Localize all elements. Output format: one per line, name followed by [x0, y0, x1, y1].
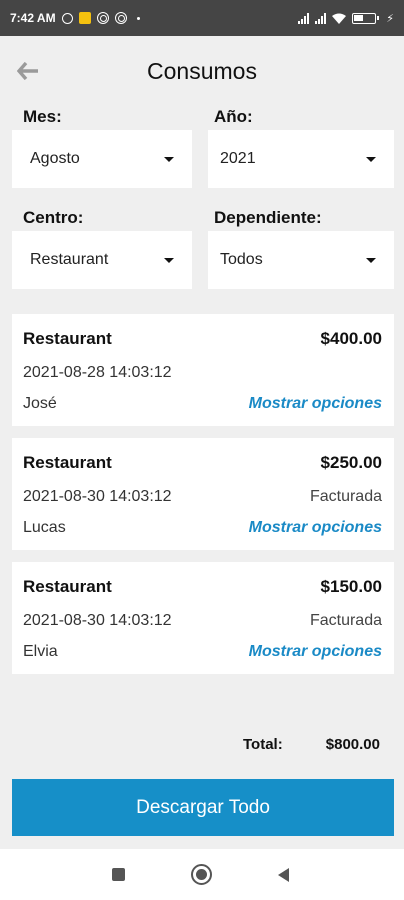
mes-value: Agosto: [30, 150, 80, 167]
mostrar-opciones-link[interactable]: Mostrar opciones: [249, 519, 382, 537]
dropdown-caret-icon: [366, 156, 376, 162]
consumos-screen: Consumos Mes: Agosto Año: 2021 Centro: R…: [0, 36, 404, 849]
app-header: Consumos: [0, 36, 404, 106]
card-amount: $250.00: [320, 453, 382, 472]
sync-icon: [96, 12, 109, 24]
dependiente-label: Dependiente:: [214, 208, 322, 227]
dependiente-dropdown[interactable]: Todos: [208, 231, 394, 289]
total-value: $800.00: [325, 736, 380, 753]
status-right: ⚡: [298, 12, 394, 25]
centro-dropdown[interactable]: Restaurant: [12, 231, 192, 289]
dropdown-caret-icon: [164, 156, 174, 162]
battery-icon: [352, 12, 380, 24]
sync-icon: [114, 12, 127, 24]
centro-label: Centro:: [23, 208, 84, 227]
recents-icon[interactable]: [112, 868, 125, 881]
descargar-todo-button[interactable]: Descargar Todo: [12, 779, 394, 836]
dot-icon: [136, 16, 140, 20]
card-person: José: [23, 395, 57, 412]
page-title: Consumos: [147, 58, 257, 84]
centro-value: Restaurant: [30, 251, 109, 268]
wifi-icon: [332, 13, 347, 24]
dependiente-value: Todos: [220, 251, 263, 268]
consumo-card: Restaurant $150.00 2021-08-30 14:03:12 F…: [12, 562, 394, 674]
alarm-icon: [61, 12, 73, 24]
card-datetime: 2021-08-30 14:03:12: [23, 612, 172, 629]
card-center: Restaurant: [23, 453, 112, 472]
status-bar: 7:42 AM ⚡: [0, 0, 404, 36]
signal-icon: [298, 12, 310, 24]
notification-icon: [78, 12, 91, 24]
mes-label: Mes:: [23, 107, 62, 126]
total-label: Total:: [243, 736, 283, 753]
consumo-card: Restaurant $250.00 2021-08-30 14:03:12 F…: [12, 438, 394, 550]
card-amount: $150.00: [320, 577, 382, 596]
home-icon[interactable]: [191, 864, 212, 885]
card-status: Facturada: [309, 488, 382, 505]
mes-dropdown[interactable]: Agosto: [12, 130, 192, 188]
card-amount: $400.00: [320, 329, 382, 348]
charging-icon: ⚡: [386, 12, 394, 25]
card-center: Restaurant: [23, 577, 112, 596]
anio-label: Año:: [214, 107, 253, 126]
card-person: Lucas: [23, 519, 66, 536]
card-datetime: 2021-08-28 14:03:12: [23, 364, 172, 381]
anio-value: 2021: [220, 150, 256, 167]
consumo-card: Restaurant $400.00 2021-08-28 14:03:12 J…: [12, 314, 394, 426]
status-time: 7:42 AM: [10, 11, 56, 25]
card-datetime: 2021-08-30 14:03:12: [23, 488, 172, 505]
system-nav-bar: [0, 849, 404, 900]
mostrar-opciones-link[interactable]: Mostrar opciones: [249, 395, 382, 413]
back-icon[interactable]: [278, 868, 289, 882]
signal-icon: [315, 12, 327, 24]
mostrar-opciones-link[interactable]: Mostrar opciones: [249, 643, 382, 661]
card-status: Facturada: [309, 612, 382, 629]
status-left: 7:42 AM: [10, 11, 140, 25]
anio-dropdown[interactable]: 2021: [208, 130, 394, 188]
card-center: Restaurant: [23, 329, 112, 348]
card-person: Elvia: [23, 643, 58, 660]
dropdown-caret-icon: [164, 257, 174, 263]
dropdown-caret-icon: [366, 257, 376, 263]
